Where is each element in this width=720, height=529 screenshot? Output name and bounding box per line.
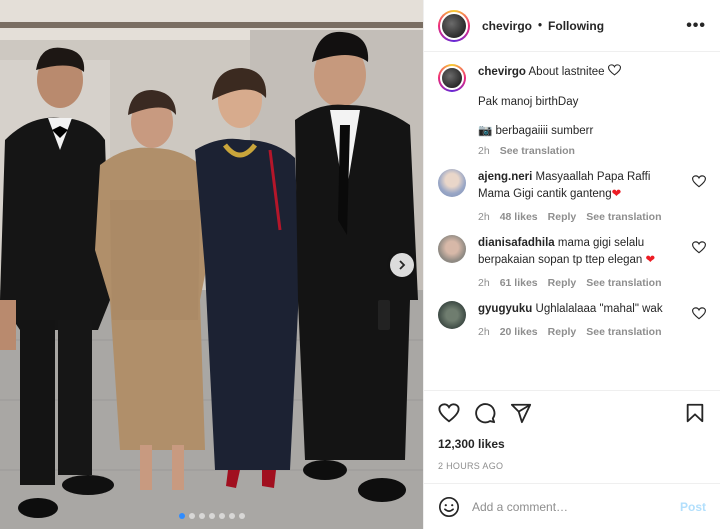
see-translation-link[interactable]: See translation: [586, 277, 661, 289]
comment-likes[interactable]: 48 likes: [500, 211, 538, 223]
post-sidebar: chevirgo • Following ••• chevirgo About …: [423, 0, 720, 529]
comment-composer: Post: [424, 483, 720, 529]
comment-likes[interactable]: 20 likes: [500, 326, 538, 338]
red-heart-icon: ❤: [642, 254, 656, 266]
post-header: chevirgo • Following •••: [424, 0, 720, 52]
comment: ajeng.neri Masyaallah Papa Raffi Mama Gi…: [438, 169, 706, 223]
header-separator: •: [538, 19, 543, 32]
add-comment-input[interactable]: [472, 499, 680, 514]
author-avatar[interactable]: [438, 9, 470, 42]
post-timestamp: 2 HOURS AGO: [438, 461, 504, 471]
comment-time: 2h: [478, 326, 490, 338]
comment-username[interactable]: gyugyuku: [478, 303, 532, 315]
comment-bubble-icon[interactable]: [474, 402, 496, 424]
comment-time: 2h: [478, 277, 490, 289]
like-comment-heart-icon[interactable]: [692, 175, 706, 188]
carousel-dot: [218, 513, 225, 519]
red-heart-icon: ❤: [611, 188, 622, 200]
emoji-icon[interactable]: [438, 496, 460, 518]
comment: gyugyuku Ughlalalaaa "mahal" wak 2h 20 l…: [438, 301, 706, 338]
share-paper-plane-icon[interactable]: [510, 402, 532, 424]
carousel-dot: [178, 513, 185, 519]
commenter-avatar[interactable]: [438, 301, 466, 329]
comment: dianisafadhila mama gigi selalu berpakai…: [438, 235, 706, 289]
comment-time: 2h: [478, 211, 490, 223]
like-comment-heart-icon[interactable]: [692, 307, 706, 320]
caption-time: 2h: [478, 145, 490, 157]
caption-text: About lastnitee: [528, 66, 605, 78]
following-button[interactable]: Following: [548, 19, 604, 33]
like-heart-icon[interactable]: [438, 402, 460, 424]
chevron-right-icon: [399, 260, 406, 270]
carousel-indicator: [0, 513, 423, 519]
comment-username[interactable]: dianisafadhila: [478, 237, 555, 249]
next-photo-button[interactable]: [390, 253, 414, 277]
post-actions: 12,300 likes 2 HOURS AGO: [424, 390, 720, 471]
heart-outline-icon: [607, 64, 621, 76]
group-photo-illustration: [0, 0, 423, 529]
instagram-post: chevirgo • Following ••• chevirgo About …: [0, 0, 720, 529]
see-translation-link[interactable]: See translation: [586, 326, 661, 338]
carousel-dot: [228, 513, 235, 519]
comment-text: Ughlalalaaa "mahal" wak: [535, 303, 663, 315]
carousel-dot: [188, 513, 195, 519]
author-username[interactable]: chevirgo: [482, 19, 532, 33]
like-comment-heart-icon[interactable]: [692, 241, 706, 254]
reply-button[interactable]: Reply: [548, 277, 577, 289]
carousel-dot: [208, 513, 215, 519]
comments-section[interactable]: chevirgo About lastnitee Pak manoj birth…: [424, 52, 720, 390]
commenter-avatar[interactable]: [438, 235, 466, 263]
caption: chevirgo About lastnitee Pak manoj birth…: [438, 64, 706, 157]
reply-button[interactable]: Reply: [548, 211, 577, 223]
caption-line-2: Pak manoj birthDay: [478, 96, 579, 108]
more-options-button[interactable]: •••: [686, 17, 706, 35]
carousel-dot: [198, 513, 205, 519]
save-bookmark-icon[interactable]: [684, 402, 706, 424]
see-translation-link[interactable]: See translation: [586, 211, 661, 223]
reply-button[interactable]: Reply: [548, 326, 577, 338]
post-photo[interactable]: [0, 0, 423, 529]
comment-username[interactable]: ajeng.neri: [478, 171, 532, 183]
caption-avatar[interactable]: [438, 64, 466, 92]
post-comment-button[interactable]: Post: [680, 500, 706, 514]
comment-likes[interactable]: 61 likes: [500, 277, 538, 289]
caption-line-3: 📷 berbagaiiii sumberr: [478, 125, 594, 137]
see-translation-link[interactable]: See translation: [500, 145, 575, 157]
carousel-dot: [238, 513, 245, 519]
commenter-avatar[interactable]: [438, 169, 466, 197]
likes-count[interactable]: 12,300 likes: [438, 437, 706, 451]
caption-username[interactable]: chevirgo: [478, 66, 526, 78]
